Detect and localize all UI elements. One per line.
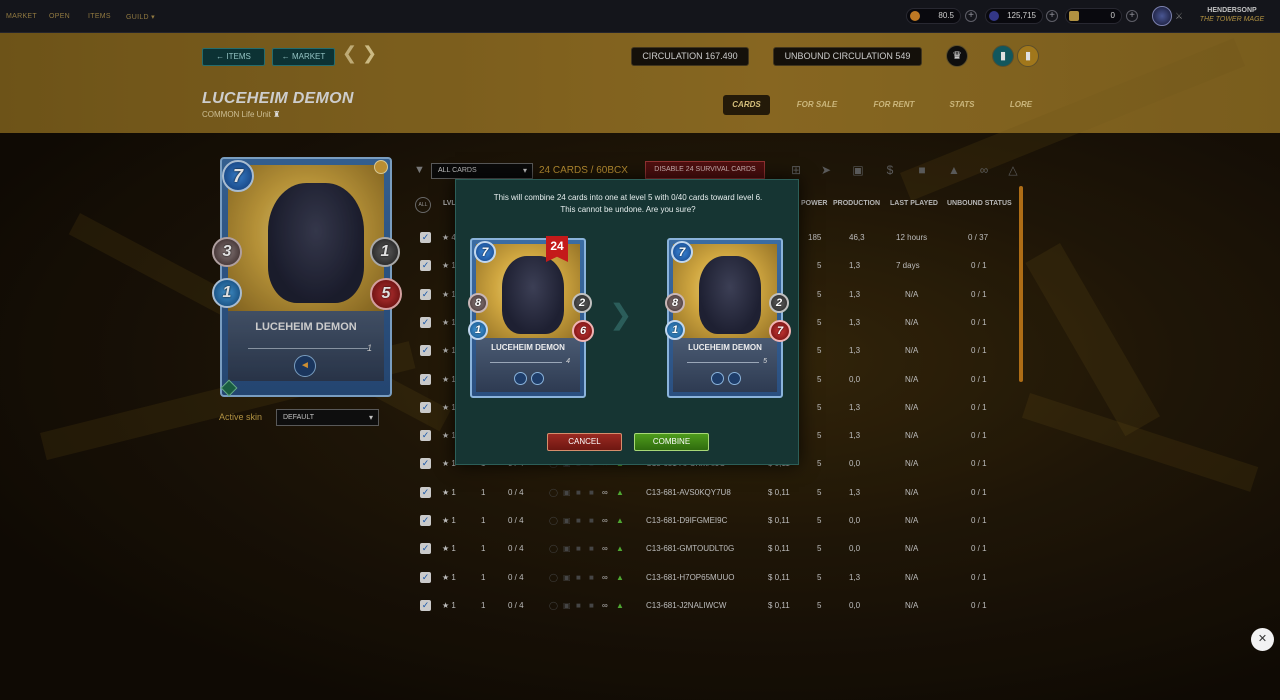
combine-message: This will combine 24 cards into one at l…: [466, 192, 790, 216]
demon-art: [699, 256, 761, 334]
combine-message-line: This will combine 24 cards into one at l…: [493, 193, 763, 202]
card-name: LUCEHEIM DEMON: [688, 343, 762, 352]
health-stat: 6: [572, 320, 594, 342]
current-card-preview: 24 LUCEHEIM DEMON 4 7 8 1 2 6: [468, 236, 594, 398]
melee-stat: 8: [468, 293, 488, 313]
card-nameplate: LUCEHEIM DEMON 5: [673, 338, 777, 392]
combine-button[interactable]: COMBINE: [634, 433, 709, 451]
close-icon[interactable]: ✕: [1251, 628, 1274, 651]
ability-icon: [531, 372, 544, 385]
melee-stat: 8: [665, 293, 685, 313]
speed-stat: 1: [468, 320, 488, 340]
health-stat: 7: [769, 320, 791, 342]
speed-stat: 1: [665, 320, 685, 340]
mana-stat: 7: [671, 241, 693, 263]
level-bar: [687, 362, 759, 363]
card-level: 5: [763, 358, 767, 365]
ability-icon: [514, 372, 527, 385]
armor-stat: 2: [769, 293, 789, 313]
ability-icon: [728, 372, 741, 385]
combine-warning-line: This cannot be undone. Are you sure?: [560, 205, 696, 214]
card-level: 4: [566, 358, 570, 365]
arrow-right-icon: ❯: [609, 299, 633, 330]
card-name: LUCEHEIM DEMON: [491, 343, 565, 352]
combine-dialog: This will combine 24 cards into one at l…: [455, 179, 799, 465]
level-bar: [490, 362, 562, 363]
demon-art: [502, 256, 564, 334]
cancel-button[interactable]: CANCEL: [547, 433, 622, 451]
combined-card-preview: LUCEHEIM DEMON 5 7 8 1 2 7: [665, 238, 791, 398]
armor-stat: 2: [572, 293, 592, 313]
card-nameplate: LUCEHEIM DEMON 4: [476, 338, 580, 392]
ability-icon: [711, 372, 724, 385]
mana-stat: 7: [474, 241, 496, 263]
